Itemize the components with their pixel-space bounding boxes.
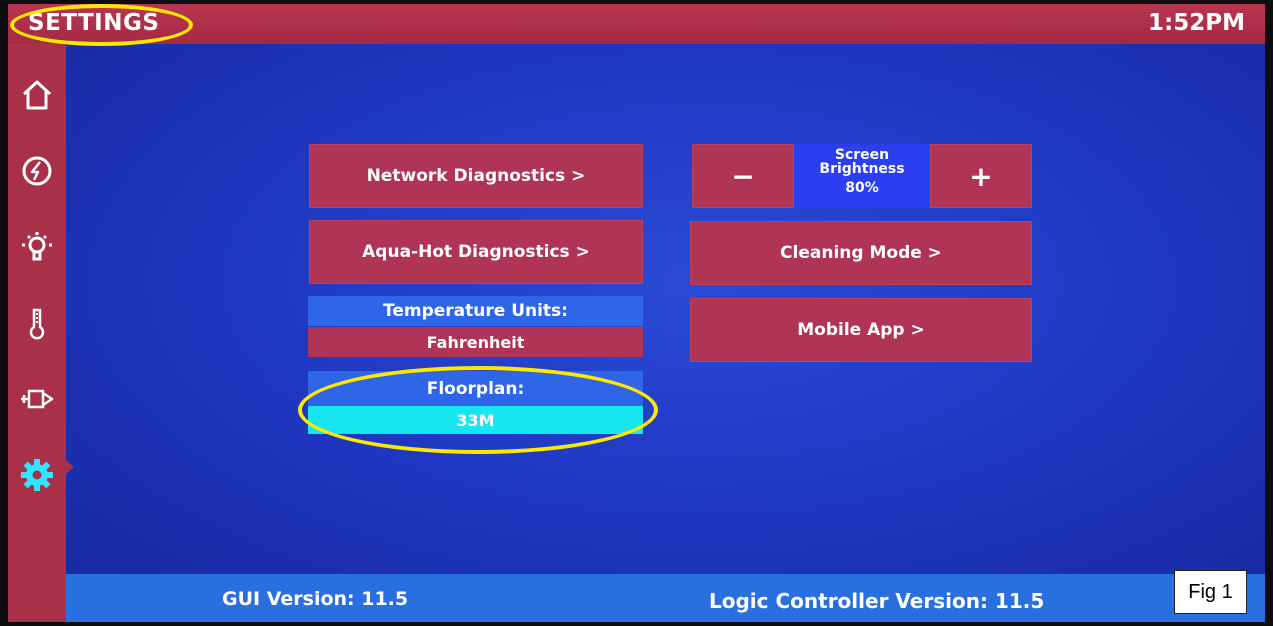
clock: 1:52PM [1148, 10, 1245, 36]
top-bar: SETTINGS 1:52PM [8, 4, 1265, 44]
gui-version: GUI Version: 11.5 [222, 588, 409, 610]
brightness-increase-button[interactable]: + [930, 144, 1032, 208]
gear-icon [21, 459, 53, 491]
figure-label: Fig 1 [1174, 570, 1247, 614]
temperature-units-label: Temperature Units: [308, 296, 643, 326]
aquahot-diagnostics-button[interactable]: Aqua-Hot Diagnostics > [309, 220, 643, 284]
brightness-line1: Screen [834, 147, 890, 163]
brightness-decrease-button[interactable]: − [692, 144, 794, 208]
plus-icon: + [969, 159, 993, 193]
slide-out-icon [21, 389, 54, 409]
device-frame: SETTINGS 1:52PM Network Diagnostics > Aq… [0, 0, 1273, 626]
network-diagnostics-button[interactable]: Network Diagnostics > [309, 144, 643, 208]
temperature-units-value[interactable]: Fahrenheit [308, 327, 643, 357]
sidebar-item-lighting[interactable] [14, 224, 60, 270]
touch-screen: SETTINGS 1:52PM Network Diagnostics > Aq… [8, 4, 1265, 622]
cleaning-mode-button[interactable]: Cleaning Mode > [690, 221, 1032, 285]
sidebar [8, 44, 66, 622]
active-item-pointer [66, 460, 74, 474]
screen-brightness-display: Screen Brightness 80% [794, 144, 930, 208]
sidebar-item-climate[interactable] [14, 300, 60, 346]
sidebar-item-settings[interactable] [14, 452, 60, 498]
floorplan-highlight-ellipse [298, 366, 658, 454]
power-icon [22, 156, 52, 186]
brightness-line2: Brightness [819, 161, 905, 177]
brightness-value: 80% [845, 180, 879, 196]
home-icon [22, 80, 52, 110]
sidebar-item-home[interactable] [14, 72, 60, 118]
thermometer-icon [29, 308, 45, 340]
light-bulb-icon [22, 232, 52, 261]
minus-icon: − [731, 159, 755, 193]
mobile-app-button[interactable]: Mobile App > [690, 298, 1032, 362]
sidebar-item-slideouts[interactable] [14, 376, 60, 422]
sidebar-item-power[interactable] [14, 148, 60, 194]
logic-controller-version: Logic Controller Version: 11.5 [709, 589, 1045, 613]
title-highlight-ellipse [10, 4, 193, 46]
version-footer: GUI Version: 11.5 Logic Controller Versi… [66, 574, 1265, 622]
